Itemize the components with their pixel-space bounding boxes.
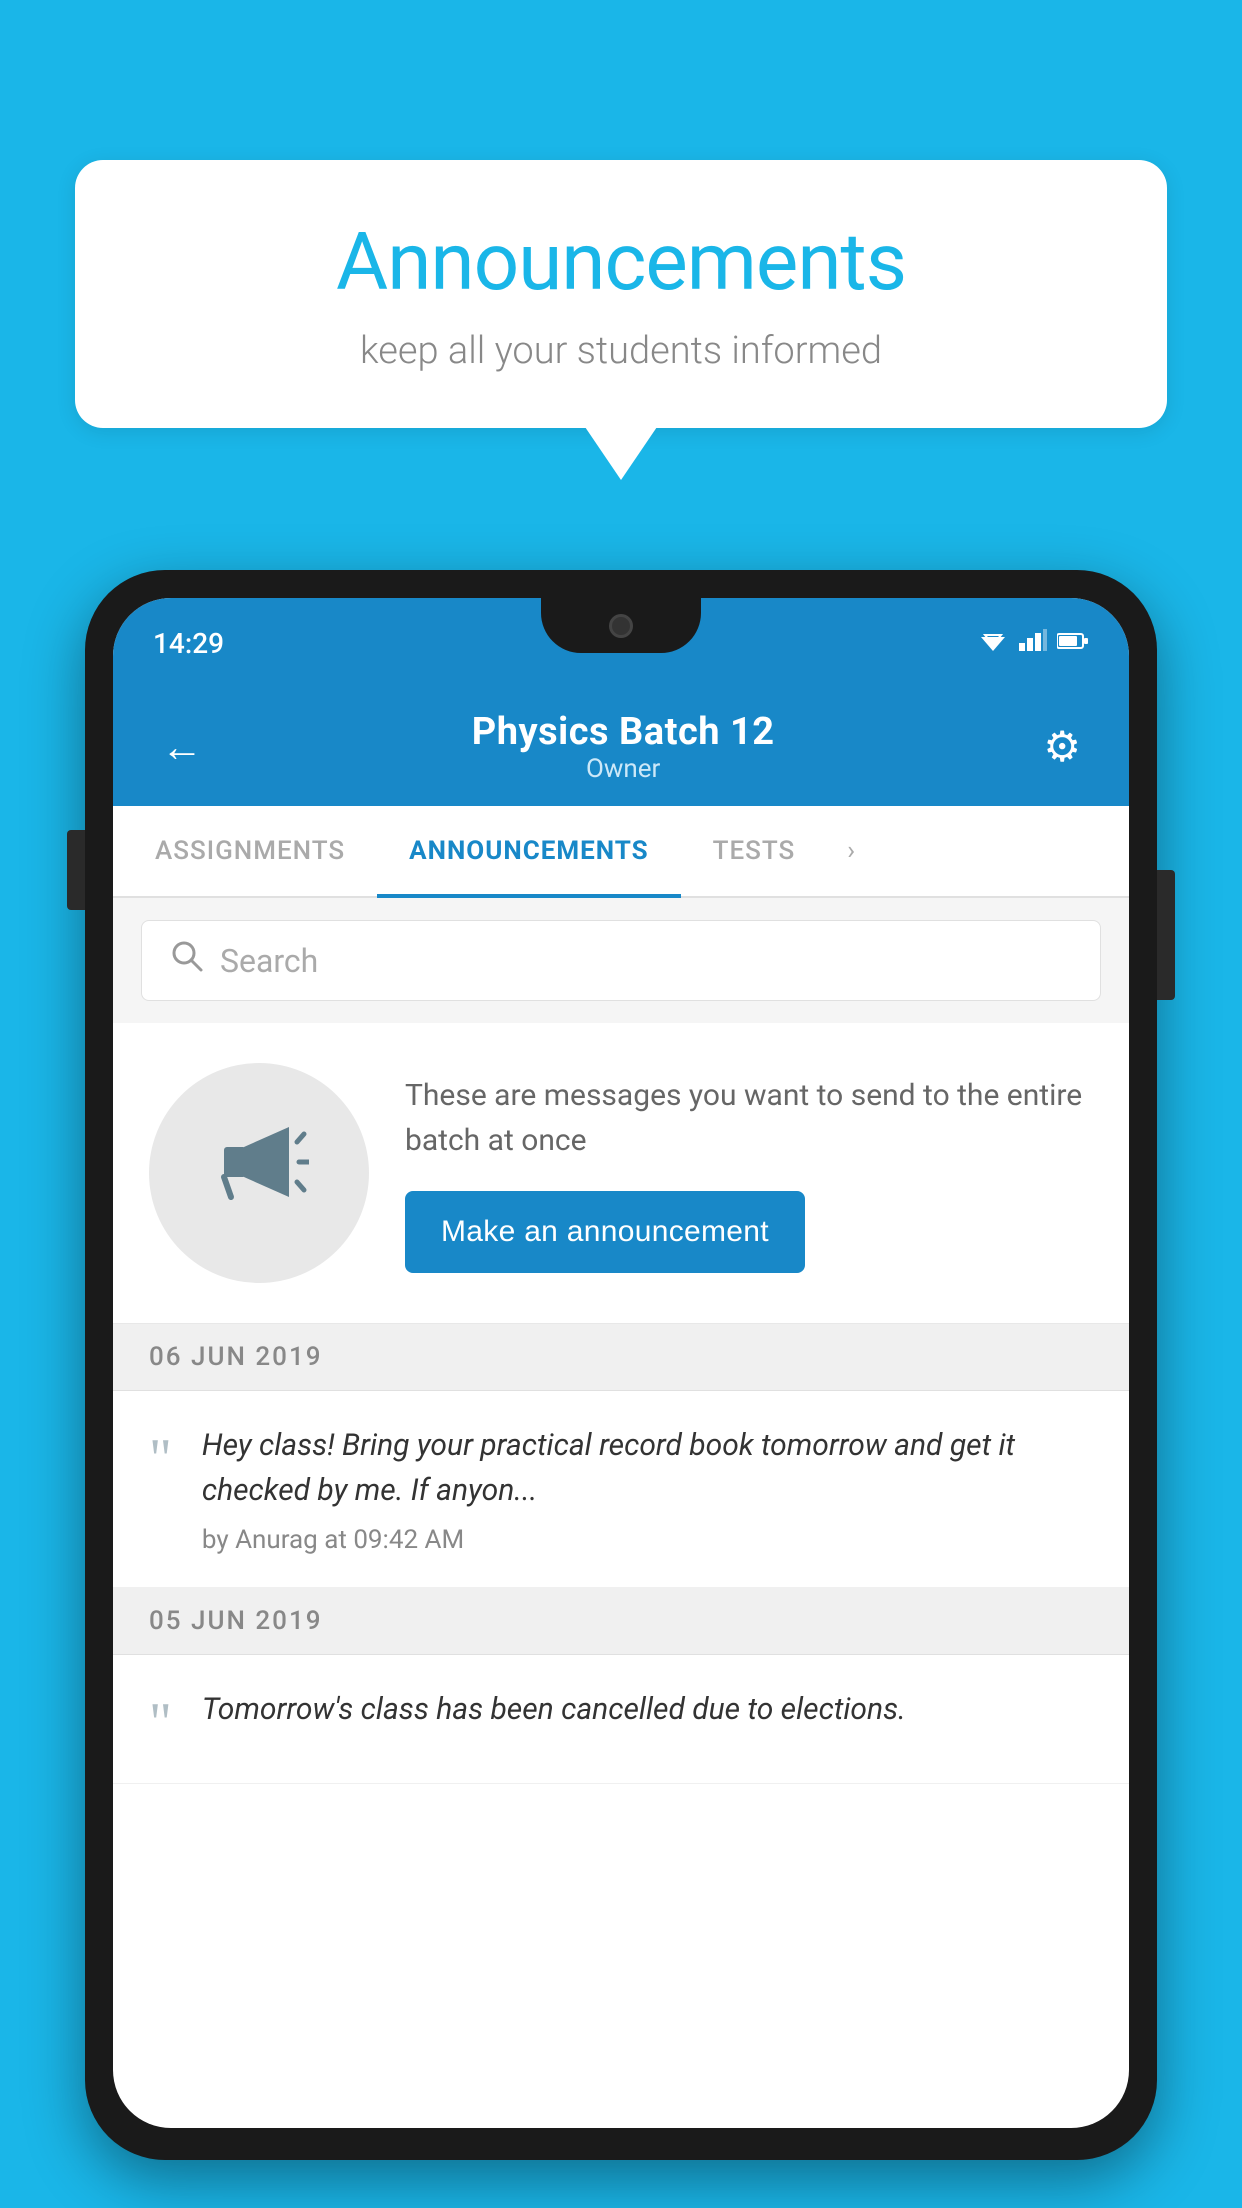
quote-icon-1: " [149, 1423, 172, 1487]
search-container: Search [113, 898, 1129, 1023]
status-time: 14:29 [153, 627, 224, 660]
make-announcement-button[interactable]: Make an announcement [405, 1191, 805, 1273]
date-separator-2: 05 JUN 2019 [113, 1588, 1129, 1655]
settings-button[interactable]: ⚙ [1035, 714, 1089, 780]
announcement-text-1: Hey class! Bring your practical record b… [202, 1423, 1093, 1513]
speech-bubble: Announcements keep all your students inf… [75, 160, 1167, 428]
speech-bubble-title: Announcements [135, 215, 1107, 309]
phone-right-button [1157, 870, 1175, 1000]
phone-wrapper: 14:29 [85, 570, 1157, 2208]
wifi-icon [977, 628, 1009, 658]
tab-assignments[interactable]: ASSIGNMENTS [123, 806, 377, 896]
header-title-group: Physics Batch 12 Owner [211, 710, 1035, 784]
promo-icon-circle [149, 1063, 369, 1283]
announcement-content-2: Tomorrow's class has been cancelled due … [202, 1687, 1093, 1744]
phone-screen: 14:29 [113, 598, 1129, 2128]
search-icon [170, 939, 204, 982]
speech-bubble-container: Announcements keep all your students inf… [75, 160, 1167, 428]
battery-icon [1057, 632, 1089, 654]
speech-bubble-subtitle: keep all your students informed [135, 329, 1107, 373]
app-header: ← Physics Batch 12 Owner ⚙ [113, 688, 1129, 806]
announcement-text-2: Tomorrow's class has been cancelled due … [202, 1687, 1093, 1732]
tab-tests[interactable]: TESTS [681, 806, 828, 896]
notch [541, 598, 701, 653]
status-bar: 14:29 [113, 598, 1129, 688]
quote-icon-2: " [149, 1687, 172, 1751]
tabs-bar: ASSIGNMENTS ANNOUNCEMENTS TESTS › [113, 806, 1129, 898]
announcement-content-1: Hey class! Bring your practical record b… [202, 1423, 1093, 1555]
tab-announcements[interactable]: ANNOUNCEMENTS [377, 806, 680, 896]
search-bar[interactable]: Search [141, 920, 1101, 1001]
megaphone-icon [209, 1112, 309, 1234]
camera [609, 614, 633, 638]
announcement-item-1: " Hey class! Bring your practical record… [113, 1391, 1129, 1588]
back-button[interactable]: ← [153, 715, 211, 780]
promo-content: These are messages you want to send to t… [405, 1073, 1093, 1273]
promo-description: These are messages you want to send to t… [405, 1073, 1093, 1163]
batch-title: Physics Batch 12 [211, 710, 1035, 754]
phone-outer: 14:29 [85, 570, 1157, 2160]
search-placeholder: Search [220, 942, 318, 980]
promo-area: These are messages you want to send to t… [113, 1023, 1129, 1324]
announcement-meta-1: by Anurag at 09:42 AM [202, 1525, 1093, 1555]
announcement-item-2: " Tomorrow's class has been cancelled du… [113, 1655, 1129, 1784]
status-icons [977, 628, 1089, 658]
date-separator-1: 06 JUN 2019 [113, 1324, 1129, 1391]
role-subtitle: Owner [211, 754, 1035, 784]
signal-icon [1019, 629, 1047, 657]
tab-more[interactable]: › [827, 806, 875, 896]
